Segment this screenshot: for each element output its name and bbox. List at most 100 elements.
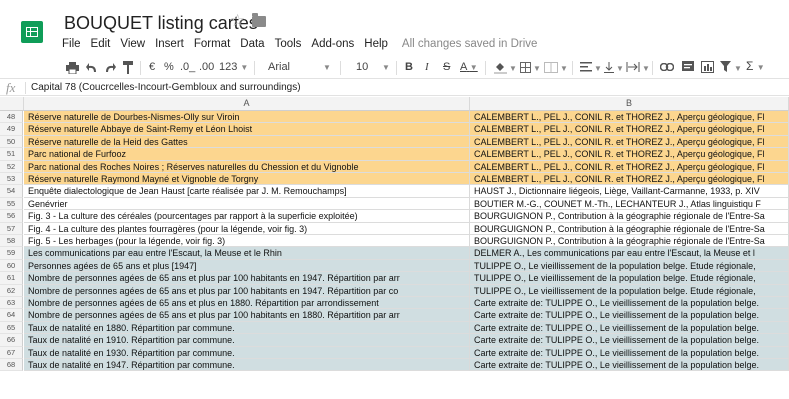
cell-a[interactable]: Personnes agées de 65 ans et plus [1947] [24,259,470,273]
row-number[interactable]: 68 [0,359,23,372]
row-number[interactable]: 49 [0,123,23,136]
borders-icon[interactable] [520,62,531,73]
chart-icon[interactable] [701,61,714,73]
cell-a[interactable]: Taux de natalité en 1910. Répartition pa… [24,334,470,347]
redo-icon[interactable] [104,62,116,73]
vertical-align-icon[interactable] [604,61,614,73]
fill-color-icon[interactable] [494,61,507,74]
star-icon[interactable]: ☆ [230,11,245,31]
undo-icon[interactable] [86,62,98,73]
menu-file[interactable]: File [62,38,81,54]
row-number[interactable]: 55 [0,197,23,211]
menu-addons[interactable]: Add-ons [311,38,354,54]
align-left-icon[interactable] [580,62,592,72]
cell-a[interactable]: Fig. 5 - Les herbages (pour la légende, … [24,235,470,248]
bold-button[interactable]: B [405,60,413,75]
cell-b[interactable]: BOURGUIGNON P., Contribution à la géogra… [470,235,789,248]
cell-b[interactable]: Carte extraite de: TULIPPE O., Le vieill… [470,359,789,372]
cell-b[interactable]: CALEMBERT L., PEL J., CONIL R. et THOREZ… [470,135,789,149]
font-family-select[interactable]: Arial ▼ [268,60,331,75]
text-wrap-icon[interactable] [626,61,640,73]
cell-a[interactable]: Réserve naturelle de Dourbes-Nismes-Olly… [24,111,470,124]
cell-a[interactable]: Nombre de personnes agées de 65 ans et p… [24,284,470,297]
cell-a[interactable]: Réserve naturelle de la Heid des Gattes [24,135,470,149]
cell-a[interactable]: Genévrier [24,197,470,211]
document-title[interactable]: BOUQUET listing cartes [64,13,258,34]
column-header-b[interactable]: B [470,97,789,111]
cell-a[interactable]: Nombre de personnes agées de 65 ans et p… [24,309,470,322]
row-number[interactable]: 66 [0,334,23,347]
link-icon[interactable] [660,63,674,71]
text-color-button[interactable]: A ▼ [460,60,478,75]
cell-b[interactable]: Carte extraite de: TULIPPE O., Le vieill… [470,334,789,347]
row-number[interactable]: 59 [0,247,23,260]
increase-decimals-button[interactable]: .00 [199,60,214,75]
paint-format-icon[interactable] [123,61,134,74]
menu-data[interactable]: Data [240,38,264,54]
save-status[interactable]: All changes saved in Drive [402,38,538,54]
row-number[interactable]: 57 [0,222,23,235]
cell-a[interactable]: Parc national des Roches Noires ; Réserv… [24,160,470,173]
cell-b[interactable]: Carte extraite de: TULIPPE O., Le vieill… [470,309,789,322]
row-number[interactable]: 58 [0,235,23,248]
cell-a[interactable]: Nombre de personnes agées de 65 ans et p… [24,297,470,310]
row-number[interactable]: 64 [0,309,23,322]
row-number[interactable]: 60 [0,259,23,273]
more-formats-button[interactable]: 123 ▼ [219,60,248,75]
formula-input[interactable]: Capital 78 (Coucrcelles-Incourt-Gembloux… [31,82,301,93]
column-header-a[interactable]: A [24,97,470,111]
filter-icon[interactable] [720,61,731,73]
row-number[interactable]: 53 [0,173,23,186]
row-number[interactable]: 61 [0,272,23,285]
cell-a[interactable]: Taux de natalité en 1880. Répartition pa… [24,321,470,335]
cell-a[interactable]: Fig. 3 - La culture des céréales (pource… [24,210,470,223]
menu-tools[interactable]: Tools [275,38,302,54]
cell-b[interactable]: BOURGUIGNON P., Contribution à la géogra… [470,210,789,223]
row-number[interactable]: 48 [0,111,23,124]
cell-b[interactable]: HAUST J., Dictionnaire liégeois, Liège, … [470,185,789,198]
row-number[interactable]: 52 [0,160,23,173]
cell-b[interactable]: DELMER A., Les communications par eau en… [470,247,789,260]
cell-b[interactable]: Carte extraite de: TULIPPE O., Le vieill… [470,297,789,310]
functions-button[interactable]: Σ ▼ [746,59,765,74]
row-number[interactable]: 51 [0,148,23,161]
cell-b[interactable]: CALEMBERT L., PEL J., CONIL R. et THOREZ… [470,148,789,161]
cell-a[interactable]: Nombre de personnes agées de 65 ans et p… [24,272,470,285]
menu-view[interactable]: View [120,38,145,54]
chevron-down-icon[interactable]: ▼ [642,61,650,76]
print-icon[interactable] [66,62,79,74]
cell-b[interactable]: TULIPPE O., Le vieillissement de la popu… [470,272,789,285]
cell-a[interactable]: Enquête dialectologique de Jean Haust [c… [24,185,470,198]
strikethrough-button[interactable]: S [443,60,450,75]
cell-a[interactable]: Taux de natalité en 1947. Répartition pa… [24,359,470,372]
cell-a[interactable]: Réserve naturelle Abbaye de Saint-Remy e… [24,123,470,136]
cell-b[interactable]: TULIPPE O., Le vieillissement de la popu… [470,259,789,273]
cell-a[interactable]: Les communications par eau entre l'Escau… [24,247,470,260]
row-number[interactable]: 54 [0,185,23,198]
cell-b[interactable]: Carte extraite de: TULIPPE O., Le vieill… [470,346,789,359]
menu-edit[interactable]: Edit [91,38,111,54]
row-number[interactable]: 63 [0,297,23,310]
italic-button[interactable]: I [425,60,429,75]
cell-b[interactable]: BOURGUIGNON P., Contribution à la géogra… [470,222,789,235]
cell-b[interactable]: CALEMBERT L., PEL J., CONIL R. et THOREZ… [470,160,789,173]
cell-a[interactable]: Parc national de Furfooz [24,148,470,161]
select-all-corner[interactable] [0,97,24,111]
cell-a[interactable]: Taux de natalité en 1930. Répartition pa… [24,346,470,359]
chevron-down-icon[interactable]: ▼ [533,61,541,76]
cell-a[interactable]: Fig. 4 - La culture des plantes fourragè… [24,222,470,235]
chevron-down-icon[interactable]: ▼ [594,61,602,76]
folder-icon[interactable] [252,13,266,27]
cell-b[interactable]: CALEMBERT L., PEL J., CONIL R. et THOREZ… [470,123,789,136]
chevron-down-icon[interactable]: ▼ [616,61,624,76]
sheets-logo-icon[interactable] [21,21,43,43]
cell-b[interactable]: Carte extraite de: TULIPPE O., Le vieill… [470,321,789,335]
cell-b[interactable]: CALEMBERT L., PEL J., CONIL R. et THOREZ… [470,111,789,124]
cell-b[interactable]: TULIPPE O., Le vieillissement de la popu… [470,284,789,297]
currency-format-button[interactable]: € [149,60,155,75]
row-number[interactable]: 62 [0,284,23,297]
cell-b[interactable]: CALEMBERT L., PEL J., CONIL R. et THOREZ… [470,173,789,186]
row-number[interactable]: 67 [0,346,23,359]
font-size-select[interactable]: 10 ▼ [356,60,392,75]
chevron-down-icon[interactable]: ▼ [509,61,517,76]
